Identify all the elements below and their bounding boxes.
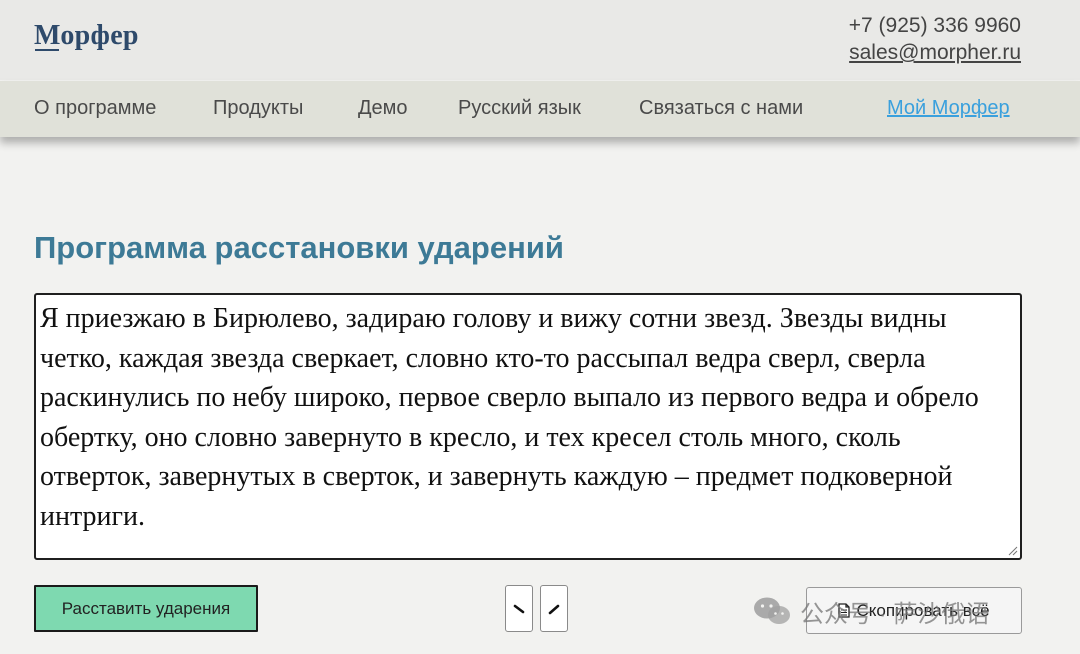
- page-title: Программа расстановки ударений: [34, 230, 564, 265]
- nav-item-demo[interactable]: Демо: [358, 97, 408, 120]
- nav-item-russian-language[interactable]: Русский язык: [458, 97, 581, 120]
- contact-block: +7 (925) 336 9960 sales@morpher.ru: [849, 12, 1021, 66]
- phone-number[interactable]: +7 (925) 336 9960: [849, 12, 1021, 39]
- copy-all-button[interactable]: Скопировать всё: [806, 587, 1022, 634]
- place-stress-button[interactable]: Расставить ударения: [34, 585, 258, 632]
- grave-accent-icon: [513, 604, 525, 613]
- grave-accent-button[interactable]: [505, 585, 533, 632]
- text-input-area[interactable]: Я приезжаю в Бирюлево, задираю голову и …: [34, 293, 1022, 560]
- document-icon: [838, 603, 851, 618]
- wechat-icon: [752, 595, 792, 627]
- nav-item-about[interactable]: О программе: [34, 97, 156, 120]
- main-navigation: О программе Продукты Демо Русский язык С…: [0, 81, 1080, 137]
- email-link[interactable]: sales@morpher.ru: [849, 39, 1021, 66]
- resize-grip-icon[interactable]: [1006, 544, 1018, 556]
- site-logo[interactable]: Морфер: [34, 20, 139, 52]
- nav-item-contact-us[interactable]: Связаться с нами: [639, 97, 803, 120]
- copy-all-label: Скопировать всё: [856, 600, 990, 620]
- text-input-value[interactable]: Я приезжаю в Бирюлево, задираю голову и …: [40, 303, 979, 532]
- acute-accent-button[interactable]: [540, 585, 568, 632]
- nav-item-my-morpher[interactable]: Мой Морфер: [887, 97, 1010, 120]
- nav-item-products[interactable]: Продукты: [213, 97, 303, 120]
- acute-accent-icon: [548, 604, 560, 614]
- site-header: Морфер +7 (925) 336 9960 sales@morpher.r…: [0, 0, 1080, 80]
